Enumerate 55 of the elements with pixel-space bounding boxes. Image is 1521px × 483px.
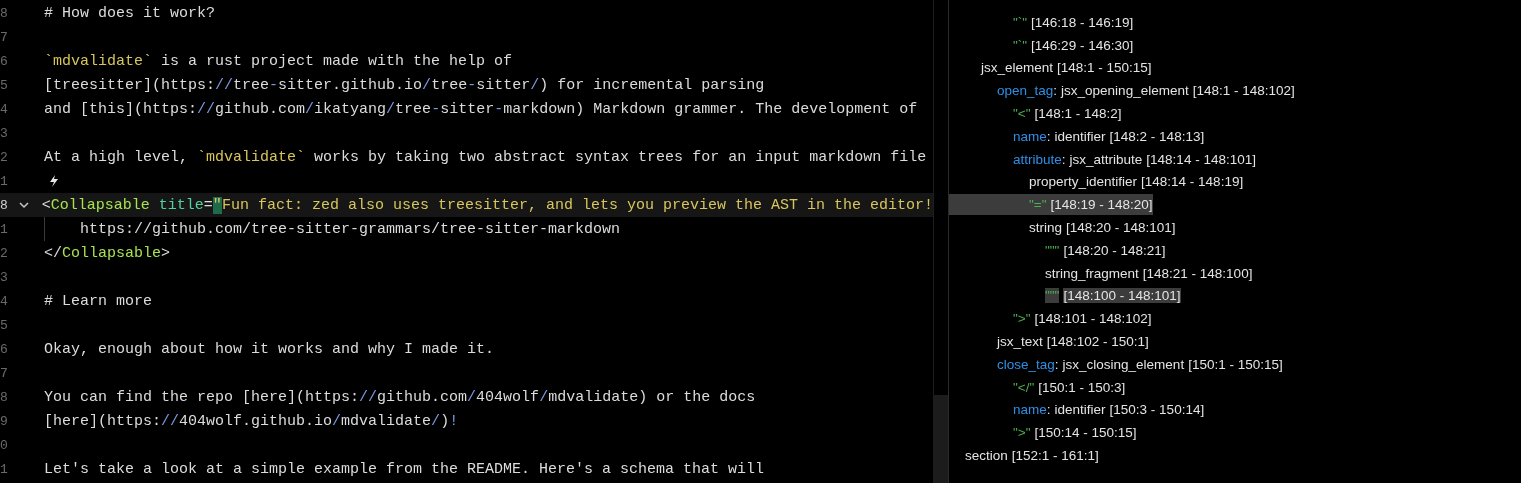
line-number: 0 (0, 437, 9, 453)
line-number: 7 (0, 29, 9, 45)
tree-item[interactable]: "=" [148:19 - 148:20] (949, 194, 1153, 216)
line-number: 6 (0, 341, 9, 357)
line-number: 9 (0, 413, 9, 429)
tree-item[interactable]: string [148:20 - 148:101] (1029, 217, 1176, 239)
line-number: 1 (0, 221, 9, 237)
line-number: 2 (0, 149, 9, 165)
line-number: 4 (0, 101, 9, 117)
line-number: 5 (0, 317, 9, 333)
line-number: 1 (0, 461, 9, 477)
code-line: </Collapsable> (44, 244, 171, 262)
tree-item[interactable]: name: identifier [148:2 - 148:13] (1013, 125, 1205, 147)
line-number: 6 (0, 53, 9, 69)
tree-item[interactable]: string_fragment [148:21 - 148:100] (1045, 262, 1253, 284)
tree-item[interactable]: ">" [150:14 - 150:15] (1013, 422, 1137, 444)
code-line: # Learn more (44, 292, 153, 310)
line-number: 8 (0, 389, 9, 405)
code-line: Okay, enough about how it works and why I made it. (44, 340, 495, 358)
code-line: `mdvalidate` is a rust project made with the help of (44, 52, 513, 70)
tree-item[interactable]: attribute: jsx_attribute [148:14 - 148:101] (1013, 148, 1256, 170)
tree-item[interactable]: property_identifier [148:14 - 148:19] (1029, 171, 1244, 193)
scrollbar-thumb[interactable] (934, 395, 948, 483)
tree-item[interactable]: "<" [148:1 - 148:2] (1013, 103, 1122, 125)
chevron-icon[interactable] (19, 201, 30, 209)
tree-item[interactable]: section [152:1 - 161:1] (965, 445, 1099, 467)
line-number: 7 (0, 365, 9, 381)
tree-item[interactable]: jsx_text [148:102 - 150:1] (997, 331, 1149, 353)
tree-item[interactable]: "`" [146:18 - 146:19] (1013, 11, 1134, 33)
line-number: 8 (0, 197, 9, 213)
code-line: https://github.com/tree-sitter-grammars/tree-sitter-markdown (79, 220, 621, 238)
code-line: You can find the repo [here](https://github.com/404wolf/mdvalidate) or the docs (44, 388, 756, 406)
tree-item[interactable]: "`" [146:29 - 146:30] (1013, 34, 1134, 56)
code-line: At a high level, `mdvalidate` works by taking two abstract syntax trees for an input markdown file (44, 148, 927, 166)
tree-item[interactable]: name: identifier [150:3 - 150:14] (1013, 399, 1205, 421)
line-number: 4 (0, 293, 9, 309)
tree-item[interactable]: """ [148:20 - 148:21] (1045, 239, 1166, 261)
code-line: Let's take a look at a simple example from the README. Here's a schema that will (44, 460, 765, 478)
code-line: # How does it work? (44, 4, 216, 22)
code-line: [here](https://404wolf.github.io/mdvalidate/)! (44, 412, 459, 430)
tree-item[interactable]: close_tag: jsx_closing_element [150:1 - 150:15] (997, 353, 1283, 375)
tree-item[interactable]: ">" [148:101 - 148:102] (1013, 308, 1152, 330)
code-line: [treesitter](https://tree-sitter.github.io/tree-sitter/) for incremental parsing (44, 76, 765, 94)
code-line: <Collapsable title="Fun fact: zed also uses treesitter, and lets you preview the AST in the editor! (41, 196, 933, 214)
line-number: 2 (0, 245, 9, 261)
line-number: 5 (0, 77, 9, 93)
line-number: 3 (0, 269, 9, 285)
code-line: and [this](https://github.com/ikatyang/tree-sitter-markdown) Markdown grammer. The development of (44, 100, 919, 118)
tree-item[interactable]: jsx_element [148:1 - 150:15] (981, 57, 1152, 79)
tree-item[interactable]: open_tag: jsx_opening_element [148:1 - 148:102] (997, 80, 1295, 102)
line-number: 3 (0, 125, 9, 141)
lightning-icon[interactable] (49, 175, 59, 187)
tree-item[interactable]: "</" [150:1 - 150:3] (1013, 376, 1126, 398)
line-number: 8 (0, 5, 9, 21)
line-number: 1 (0, 173, 9, 189)
